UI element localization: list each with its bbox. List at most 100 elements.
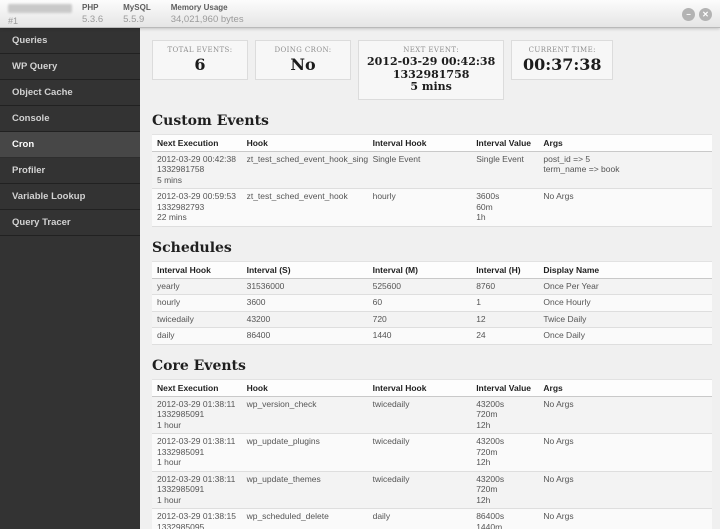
stat-value-line: 2012-03-29 00:42:38 (367, 55, 496, 68)
cell-line: 720m (476, 409, 498, 419)
cell-line: 3600 (246, 297, 266, 307)
cell-args: No Args (538, 433, 712, 472)
cell-interval-s: 86400 (241, 327, 368, 345)
column-header-interval-hook: Interval Hook (367, 133, 472, 152)
cell-interval-s: 43200 (241, 311, 368, 328)
cell-line: 720 (372, 313, 387, 324)
stat-value-line: 5 mins (410, 80, 452, 93)
table-row: 2012-03-29 00:42:38 1332981758 5 mins zt_te… (152, 151, 712, 189)
cell-line: No Args (543, 473, 574, 484)
cell-interval-hook: twicedaily (367, 471, 472, 509)
cell-line: 2012-03-29 01:38:15 (157, 511, 236, 521)
table-row: twicedaily 43200 720 12 Twice Daily (152, 311, 712, 328)
cell-line: 720m (476, 446, 498, 457)
section-title-core-events: Core Events (152, 357, 246, 374)
cell-line: 1 hour (157, 419, 182, 430)
cell-line: Twice Daily (543, 313, 587, 324)
column-header-hook: Hook (241, 378, 368, 397)
cell-line: daily (157, 330, 175, 340)
sidebar-item-cron[interactable]: Cron (0, 132, 140, 158)
mysql-version: 5.5.9 (123, 14, 145, 25)
cell-args: No Args (538, 188, 712, 227)
cell-next-execution: 2012-03-29 01:38:11 1332985091 1 hour (152, 396, 242, 434)
cell-line: post_id => 5 (543, 153, 591, 164)
sidebar-item-variable-lookup[interactable]: Variable Lookup (0, 184, 140, 210)
cell-interval-h: 1 (471, 294, 539, 312)
table-row: 2012-03-29 01:38:1513329850951 hour wp_sc… (152, 508, 712, 529)
cell-line: No Args (543, 436, 574, 446)
cell-interval-s: 3600 (241, 294, 368, 312)
cell-line: 2012-03-29 01:38:11 (157, 436, 236, 446)
cell-line: 12 (476, 313, 486, 324)
cell-line: 1 hour (157, 457, 182, 467)
cell-display-name: Once Hourly (538, 294, 712, 312)
cell-line: Once Daily (543, 330, 585, 340)
cell-line: 12h (476, 419, 491, 430)
cell-line: 2012-03-29 00:59:53 (157, 191, 236, 201)
php-info: PHP 5.3.6 (82, 3, 103, 26)
sidebar-item-console[interactable]: Console (0, 106, 140, 132)
cell-line: 1332985095 (157, 521, 205, 529)
cell-line: zt_test_sched_event_hook_single (246, 153, 368, 164)
cell-interval-hook: daily (367, 508, 472, 529)
core-events-table: Next Execution Hook Interval Hook Interval … (152, 378, 712, 529)
cell-args: post_id => 5 term_name => book (538, 151, 712, 189)
cell-line: No Args (543, 511, 574, 521)
cell-interval-hook: twicedaily (367, 433, 472, 472)
cell-next-execution: 2012-03-29 01:38:1513329850951 hour (152, 508, 242, 529)
memory-info: Memory Usage 34,021,960 bytes (171, 3, 244, 26)
table-header-row: Interval Hook Interval (S) Interval (M) Int… (152, 260, 712, 279)
cell-display-name: Once Daily (538, 327, 712, 345)
cell-next-execution: 2012-03-29 00:42:38 1332981758 5 mins (152, 151, 242, 189)
close-icon[interactable]: ✕ (699, 8, 712, 21)
cell-line: 1h (476, 212, 486, 222)
cell-interval-value: 3600s 60m 1h (471, 188, 539, 227)
stat-value-line: 00:37:38 (522, 55, 602, 74)
sidebar-item-wp-query[interactable]: WP Query (0, 54, 140, 80)
cell-hook: wp_scheduled_delete (241, 508, 368, 529)
mysql-info: MySQL 5.5.9 (123, 3, 151, 26)
cell-interval-m: 1440 (367, 327, 472, 345)
cell-line: 1332985091 (157, 484, 205, 494)
cell-display-name: Once Per Year (538, 278, 712, 295)
cell-line: twicedaily (157, 313, 194, 324)
table-row: 2012-03-29 00:59:53 1332982793 22 mins zt_t… (152, 188, 712, 227)
cell-line: 60 (372, 297, 383, 307)
cell-line: 2012-03-29 01:38:11 (157, 473, 236, 484)
column-header-interval-value: Interval Value (471, 133, 539, 152)
stat-value-line: 6 (194, 55, 206, 74)
custom-events-table: Next Execution Hook Interval Hook Interval … (152, 133, 712, 227)
site-name-redacted (8, 4, 72, 13)
sidebar-item-query-tracer[interactable]: Query Tracer (0, 210, 140, 236)
stat-doing-cron: DOING CRON: No (255, 40, 351, 80)
cell-args: No Args (538, 471, 712, 509)
sidebar-item-profiler[interactable]: Profiler (0, 158, 140, 184)
cell-line: 43200s (476, 436, 505, 446)
cell-line: 12h (476, 494, 491, 505)
table-header-row: Next Execution Hook Interval Hook Interval … (152, 378, 712, 397)
cell-args: No Args (538, 508, 712, 529)
cell-interval-hook: twicedaily (367, 396, 472, 434)
section-title-schedules: Schedules (152, 239, 232, 256)
table-row: 2012-03-29 01:38:11 1332985091 1 hour wp_up… (152, 471, 712, 509)
cell-interval-m: 525600 (367, 278, 472, 295)
cell-next-execution: 2012-03-29 00:59:53 1332982793 22 mins (152, 188, 242, 227)
minimize-icon[interactable]: − (682, 8, 695, 21)
memory-usage-value: 34,021,960 bytes (170, 14, 244, 25)
table-row: 2012-03-29 01:38:11 1332985091 1 hour wp_ve… (152, 396, 712, 434)
column-header-interval-m: Interval (M) (367, 260, 472, 279)
sidebar-item-object-cache[interactable]: Object Cache (0, 80, 140, 106)
column-header-hook: Hook (241, 133, 368, 152)
column-header-interval-s: Interval (S) (241, 260, 368, 279)
table-row: hourly 3600 60 1 Once Hourly (152, 294, 712, 312)
php-label: PHP (82, 3, 99, 12)
cron-sections: Custom Events Next Execution Hook Interval … (152, 113, 712, 529)
cell-interval-hook: Single Event (367, 151, 472, 189)
cron-stats-row: TOTAL EVENTS: 6 DOING CRON: No NEXT EVENT: 20… (152, 40, 712, 100)
sidebar-item-queries[interactable]: Queries (0, 28, 140, 54)
cell-interval-value: 86400s1440m24h (471, 508, 539, 529)
window-controls: − ✕ (682, 8, 712, 21)
cell-args: No Args (538, 396, 712, 434)
schedules-table: Interval Hook Interval (S) Interval (M) Int… (152, 260, 712, 345)
cell-display-name: Twice Daily (538, 311, 712, 328)
